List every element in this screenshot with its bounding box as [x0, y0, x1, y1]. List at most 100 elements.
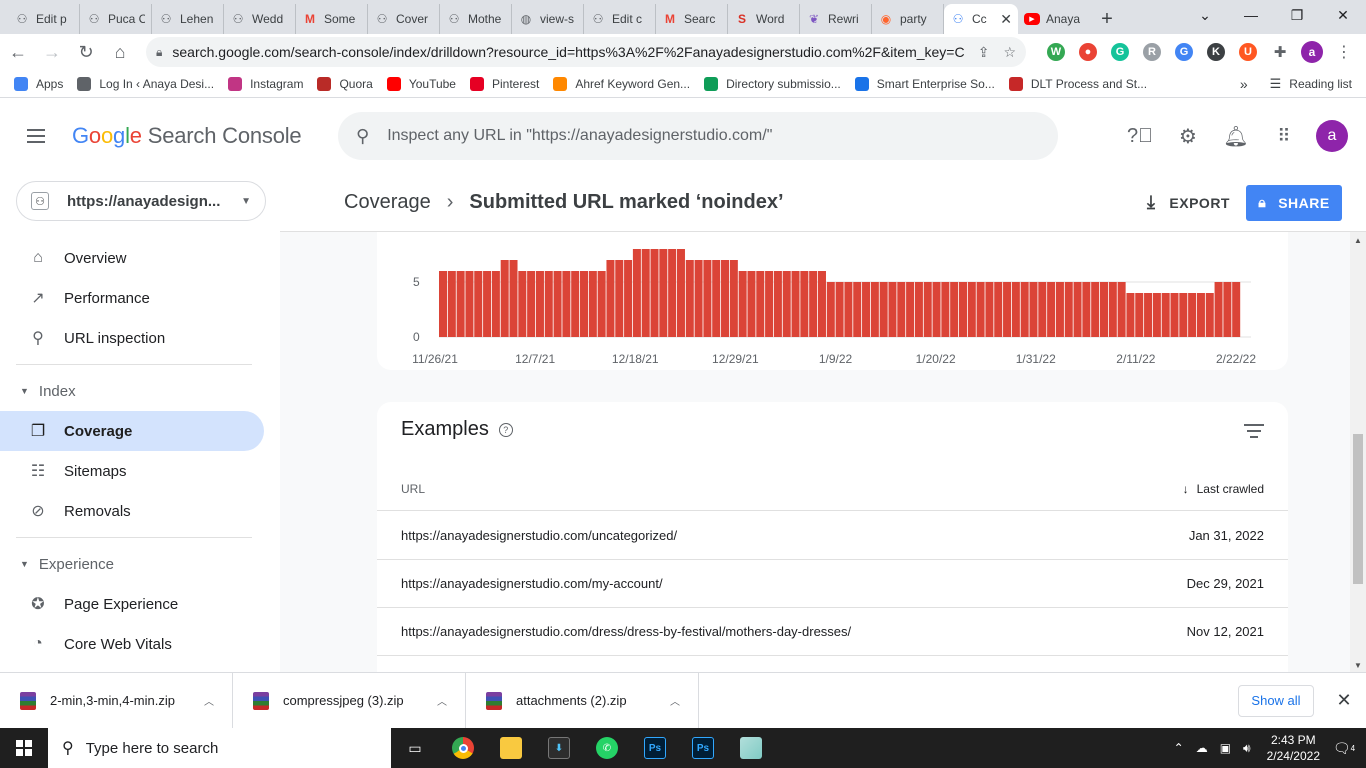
- chart-bar[interactable]: [491, 271, 500, 337]
- scroll-up-icon[interactable]: ▲: [1354, 236, 1362, 245]
- chart-bar[interactable]: [668, 249, 677, 337]
- chart-bar[interactable]: [1108, 282, 1117, 337]
- chart-bar[interactable]: [1011, 282, 1020, 337]
- chart-bar[interactable]: [1205, 293, 1214, 337]
- download-item[interactable]: compressjpeg (3).zip ︿: [233, 672, 466, 729]
- chart-bar[interactable]: [967, 282, 976, 337]
- notification-center-icon[interactable]: 🗨︎ 4: [1330, 734, 1358, 762]
- table-row[interactable]: [377, 656, 1288, 672]
- chart-bar[interactable]: [676, 249, 685, 337]
- app-store-icon[interactable]: ⬇: [535, 728, 583, 768]
- browser-tab[interactable]: ◉ party: [872, 4, 944, 34]
- chart-bar[interactable]: [888, 282, 897, 337]
- bookmark-item[interactable]: DLT Process and St...: [1008, 76, 1147, 91]
- chart-bar[interactable]: [765, 271, 774, 337]
- bookmark-item[interactable]: Quora: [317, 76, 373, 91]
- chart-bar[interactable]: [1073, 282, 1082, 337]
- chart-bar[interactable]: [791, 271, 800, 337]
- extension-icon[interactable]: R: [1138, 38, 1166, 66]
- whatsapp-icon[interactable]: ✆: [583, 728, 631, 768]
- chart-bar[interactable]: [703, 260, 712, 337]
- chart-bar[interactable]: [1091, 282, 1100, 337]
- chart-bar[interactable]: [835, 282, 844, 337]
- browser-tab[interactable]: M Searc: [656, 4, 728, 34]
- chart-bar[interactable]: [862, 282, 871, 337]
- download-item[interactable]: attachments (2).zip ︿: [466, 672, 699, 729]
- column-header-url[interactable]: URL: [401, 482, 425, 496]
- chart-bar[interactable]: [447, 271, 456, 337]
- close-shelf-icon[interactable]: ✕: [1326, 690, 1362, 711]
- search-console-logo[interactable]: Google Search Console: [72, 123, 338, 149]
- chevron-up-icon[interactable]: ︿: [670, 693, 680, 708]
- table-row[interactable]: https://anayadesignerstudio.com/dress/dr…: [377, 608, 1288, 656]
- sidebar-item-page-experience[interactable]: ✪ Page Experience: [0, 584, 264, 624]
- reload-icon[interactable]: ↻: [70, 36, 102, 68]
- share-page-icon[interactable]: ⇪: [978, 44, 990, 61]
- bookmark-item[interactable]: Instagram: [228, 76, 303, 91]
- chart-bar[interactable]: [826, 282, 835, 337]
- chart-bar[interactable]: [465, 271, 474, 337]
- chart-bar[interactable]: [456, 271, 465, 337]
- url-inspect-search[interactable]: ⚲: [338, 112, 1058, 160]
- bookmark-item[interactable]: Pinterest: [469, 76, 539, 91]
- sidebar-item-removals[interactable]: ⊘ Removals: [0, 491, 264, 531]
- chart-bar[interactable]: [1047, 282, 1056, 337]
- chart-bar[interactable]: [659, 249, 668, 337]
- home-icon[interactable]: ⌂: [104, 36, 136, 68]
- chart-bar[interactable]: [941, 282, 950, 337]
- sidebar-item-performance[interactable]: ↗ Performance: [0, 278, 264, 318]
- photoshop-icon[interactable]: Ps: [631, 728, 679, 768]
- chart-bar[interactable]: [1064, 282, 1073, 337]
- chart-bar[interactable]: [1082, 282, 1091, 337]
- chart-bar[interactable]: [747, 271, 756, 337]
- chart-bar[interactable]: [879, 282, 888, 337]
- address-bar[interactable]: 🔒︎ search.google.com/search-console/inde…: [146, 37, 1026, 67]
- chart-bar[interactable]: [1232, 282, 1241, 337]
- task-view-icon[interactable]: ▭: [391, 728, 439, 768]
- chart-bar[interactable]: [721, 260, 730, 337]
- export-button[interactable]: ⤓ EXPORT: [1147, 192, 1230, 213]
- share-button[interactable]: 🔒︎ SHARE: [1246, 184, 1342, 221]
- chart-bar[interactable]: [1214, 282, 1223, 337]
- chart-bar[interactable]: [1020, 282, 1029, 337]
- apps-grid-icon[interactable]: ⠿: [1260, 112, 1308, 160]
- taskbar-clock[interactable]: 2:43 PM 2/24/2022: [1267, 732, 1320, 764]
- network-icon[interactable]: ▣: [1220, 741, 1231, 755]
- download-item[interactable]: 2-min,3-min,4-min.zip ︿: [0, 672, 233, 729]
- chart-bar[interactable]: [1144, 293, 1153, 337]
- extension-icon[interactable]: K: [1202, 38, 1230, 66]
- chart-bar[interactable]: [509, 260, 518, 337]
- restore-icon[interactable]: ❐: [1274, 0, 1320, 30]
- chart-bar[interactable]: [439, 271, 448, 337]
- browser-tab[interactable]: M Some: [296, 4, 368, 34]
- extension-icon[interactable]: ●: [1074, 38, 1102, 66]
- chart-bar[interactable]: [773, 271, 782, 337]
- url-inspect-input[interactable]: [387, 127, 1028, 145]
- volume-icon[interactable]: 🔊︎: [1243, 741, 1251, 756]
- chart-bar[interactable]: [624, 260, 633, 337]
- browser-tab[interactable]: ⚇ Wedd: [224, 4, 296, 34]
- chart-bar[interactable]: [1117, 282, 1126, 337]
- main-menu-icon[interactable]: [0, 135, 72, 137]
- tab-active-search-console[interactable]: ⚇ Cc ✕: [944, 4, 1018, 34]
- bookmark-item[interactable]: Log In ‹ Anaya Desi...: [77, 76, 214, 91]
- weather-cloud-icon[interactable]: ☁: [1196, 741, 1208, 755]
- chart-bar[interactable]: [500, 260, 509, 337]
- browser-tab[interactable]: ❦ Rewri: [800, 4, 872, 34]
- chart-bar[interactable]: [976, 282, 985, 337]
- help-icon[interactable]: ?: [498, 422, 513, 437]
- bookmark-item[interactable]: Apps: [14, 76, 63, 91]
- bookmark-item[interactable]: Smart Enterprise So...: [854, 76, 995, 91]
- taskbar-search[interactable]: ⚲ Type here to search: [48, 728, 391, 768]
- account-avatar[interactable]: a: [1316, 120, 1348, 152]
- chart-bar[interactable]: [483, 271, 492, 337]
- chart-bar[interactable]: [914, 282, 923, 337]
- chart-bar[interactable]: [994, 282, 1003, 337]
- column-header-last-crawled[interactable]: ↓ Last crawled: [1183, 482, 1264, 496]
- tab-close-icon[interactable]: ✕: [1000, 11, 1012, 28]
- browser-menu-icon[interactable]: ⋮: [1330, 38, 1358, 66]
- chart-bar[interactable]: [615, 260, 624, 337]
- chart-bar[interactable]: [544, 271, 553, 337]
- bookmark-item[interactable]: Directory submissio...: [704, 76, 841, 91]
- chart-bar[interactable]: [1099, 282, 1109, 337]
